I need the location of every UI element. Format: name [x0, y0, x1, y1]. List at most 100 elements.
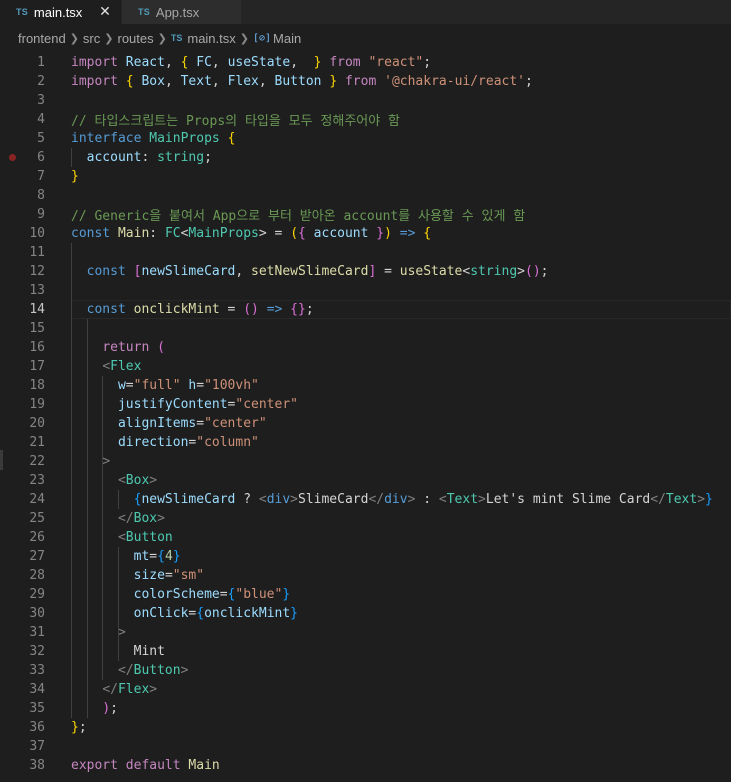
code-line[interactable]: 15 — [0, 319, 731, 338]
chevron-right-icon: ❯ — [104, 32, 114, 45]
code-token: </ — [102, 682, 118, 697]
indent-guide — [118, 490, 119, 509]
tab-app-tsx[interactable]: TS App.tsx — [122, 0, 242, 24]
code-token: account — [313, 226, 369, 241]
code-line[interactable]: 38 export default Main — [0, 756, 731, 775]
line-number: 1 — [37, 55, 45, 70]
breakpoint-icon[interactable] — [9, 154, 16, 161]
code-editor[interactable]: 1 import React, { FC, useState, } from "r… — [0, 52, 731, 782]
typescript-icon: TS — [16, 7, 28, 17]
chevron-right-icon: ❯ — [69, 32, 79, 45]
code-line[interactable]: 31 > — [0, 623, 731, 642]
code-line[interactable]: 13 — [0, 281, 731, 300]
typescript-icon: TS — [170, 33, 183, 43]
code-line[interactable]: 30 onClick={onclickMint} — [0, 604, 731, 623]
code-line[interactable]: 19 justifyContent="center" — [0, 395, 731, 414]
code-line[interactable]: 7} — [0, 167, 731, 186]
breadcrumb-item-routes[interactable]: routes — [117, 31, 153, 46]
code-text: import { Box, Text, Flex, Button } from … — [71, 74, 533, 89]
code-line[interactable]: 34 </Flex> — [0, 680, 731, 699]
code-token: div — [384, 492, 408, 507]
close-icon[interactable]: ✕ — [97, 4, 113, 20]
code-token: Let's mint Slime Card — [485, 492, 651, 507]
code-token: ) — [384, 226, 392, 241]
code-token: > — [149, 682, 158, 697]
code-line[interactable]: 14 const onclickMint = () => {}; — [0, 300, 731, 319]
code-line[interactable]: 18 w="full" h="100vh" — [0, 376, 731, 395]
code-token: // 타입스크립트는 Props의 타입을 모두 정해주어야 함 — [71, 114, 400, 129]
code-line[interactable]: 3 — [0, 91, 731, 110]
breadcrumb-item-symbol[interactable]: Main — [273, 31, 301, 46]
code-line[interactable]: 25 </Box> — [0, 509, 731, 528]
code-token: "blue" — [235, 587, 283, 602]
code-line[interactable]: 35 ); — [0, 699, 731, 718]
code-text: const onclickMint = () => {}; — [71, 302, 314, 317]
code-line[interactable]: 2 import { Box, Text, Flex, Button } from… — [0, 72, 731, 91]
indent-guide — [102, 376, 103, 680]
code-line[interactable]: 22 > — [0, 452, 731, 471]
typescript-icon: TS — [138, 7, 150, 17]
line-number: 7 — [37, 169, 45, 184]
code-line[interactable]: 26 <Button — [0, 528, 731, 547]
code-token: string — [157, 150, 205, 165]
code-line[interactable]: 24 {newSlimeCard ? <div>SlimeCard</div> … — [0, 490, 731, 509]
code-line[interactable]: 6 account: string; — [0, 148, 731, 167]
line-number: 23 — [29, 473, 45, 488]
code-line[interactable]: 33 </Button> — [0, 661, 731, 680]
code-token: </ — [368, 492, 385, 507]
code-token: mt — [133, 549, 150, 564]
indent-guide — [87, 319, 88, 718]
code-token: > — [697, 492, 706, 507]
code-token: React — [125, 55, 165, 70]
code-line[interactable]: 21 direction="column" — [0, 433, 731, 452]
code-line[interactable]: 5 interface MainProps { — [0, 129, 731, 148]
code-token: : — [141, 150, 158, 165]
line-number: 37 — [29, 739, 45, 754]
code-token: < — [438, 492, 447, 507]
code-token: = — [196, 416, 205, 431]
code-line[interactable]: 28 size="sm" — [0, 566, 731, 585]
code-token: ; — [110, 701, 118, 716]
code-line[interactable]: 37 — [0, 737, 731, 756]
line-number: 16 — [29, 340, 45, 355]
code-line[interactable]: 9 // Generic을 붙여서 App으로 부터 받아온 account를 사… — [0, 205, 731, 224]
line-number: 14 — [29, 302, 45, 317]
code-token: const — [71, 226, 111, 241]
code-token: div — [266, 492, 291, 507]
breadcrumb-item-frontend[interactable]: frontend — [18, 31, 66, 46]
code-line[interactable]: 10 const Main: FC<MainProps> = ({ account… — [0, 224, 731, 243]
breadcrumb-item-src[interactable]: src — [83, 31, 100, 46]
code-line[interactable]: 4 // 타입스크립트는 Props의 타입을 모두 정해주어야 함 — [0, 110, 731, 129]
code-token: Text — [446, 492, 479, 507]
code-token: , — [211, 74, 228, 89]
code-token: useState — [227, 55, 291, 70]
code-token: onClick — [133, 606, 189, 621]
line-number: 26 — [29, 530, 45, 545]
code-line[interactable]: 29 colorScheme={"blue"} — [0, 585, 731, 604]
code-token: SlimeCard — [298, 492, 369, 507]
code-line[interactable]: 36}; — [0, 718, 731, 737]
code-token: alignItems — [117, 416, 197, 431]
code-line[interactable]: 27 mt={4} — [0, 547, 731, 566]
line-number: 4 — [37, 112, 45, 127]
line-number: 13 — [29, 283, 45, 298]
line-number: 9 — [37, 207, 45, 222]
breadcrumb-item-file[interactable]: main.tsx — [187, 31, 235, 46]
code-line[interactable]: 12 const [newSlimeCard, setNewSlimeCard]… — [0, 262, 731, 281]
code-line[interactable]: 1 import React, { FC, useState, } from "r… — [0, 53, 731, 72]
code-token: direction — [117, 435, 189, 450]
code-line[interactable]: 11 — [0, 243, 731, 262]
code-token: const — [86, 264, 126, 279]
chevron-right-icon: ❯ — [239, 32, 249, 45]
tab-main-tsx[interactable]: TS main.tsx ✕ — [0, 0, 122, 24]
code-line[interactable]: 16 return ( — [0, 338, 731, 357]
code-line[interactable]: 17 <Flex — [0, 357, 731, 376]
code-line[interactable]: 32 Mint — [0, 642, 731, 661]
code-line[interactable]: 8 — [0, 186, 731, 205]
code-line[interactable]: 23 <Box> — [0, 471, 731, 490]
code-line[interactable]: 20 alignItems="center" — [0, 414, 731, 433]
